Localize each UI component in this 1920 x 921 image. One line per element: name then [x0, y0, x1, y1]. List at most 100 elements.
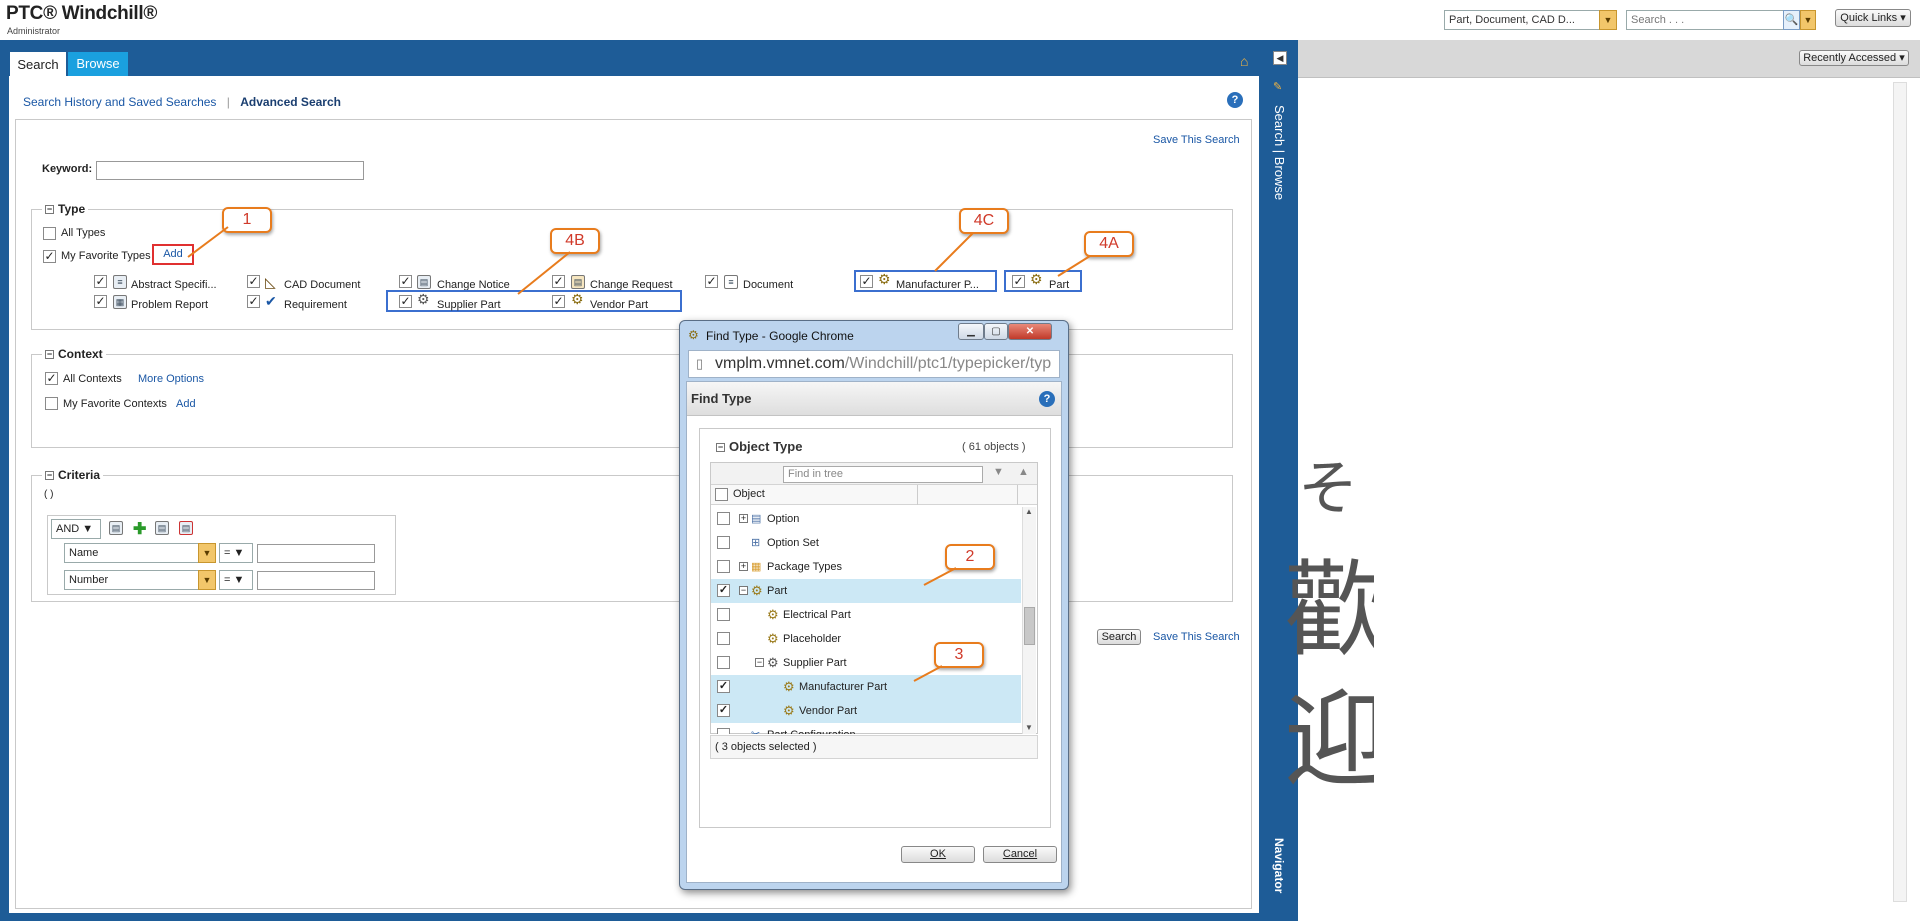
- search-browse-nav-link[interactable]: Search | Browse: [1272, 105, 1287, 200]
- search-type-select[interactable]: Part, Document, CAD D...: [1444, 10, 1600, 30]
- row-checkbox[interactable]: [717, 560, 730, 573]
- collapse-icon[interactable]: −: [739, 586, 748, 595]
- select-all-checkbox[interactable]: [715, 488, 728, 501]
- minimize-icon[interactable]: ▁: [958, 323, 984, 340]
- cancel-button[interactable]: Cancel: [983, 846, 1057, 863]
- type-checkbox-manufacturer-part[interactable]: ✓: [860, 275, 873, 288]
- tree-row[interactable]: ✓ ⚙ Vendor Part: [711, 699, 1021, 723]
- type-checkbox-change-notice[interactable]: ✓: [399, 275, 412, 288]
- help-icon[interactable]: ?: [1227, 92, 1243, 108]
- app-logo[interactable]: PTC® Windchill®: [6, 3, 157, 25]
- scrollbar-thumb[interactable]: [1024, 607, 1035, 645]
- tree-scrollbar[interactable]: ▲ ▼: [1022, 507, 1036, 734]
- help-icon[interactable]: ?: [1039, 391, 1055, 407]
- row-checkbox[interactable]: [717, 632, 730, 645]
- save-search-link-bottom[interactable]: Save This Search: [1153, 631, 1240, 643]
- part-gear-icon: ⚙: [767, 655, 779, 670]
- home-icon[interactable]: ⌂: [1240, 53, 1248, 69]
- chevron-down-icon[interactable]: ▼: [1599, 10, 1617, 30]
- more-options-link[interactable]: More Options: [138, 373, 204, 385]
- scroll-up-icon[interactable]: ▲: [1025, 507, 1033, 516]
- tree-row[interactable]: ✂ Part Configuration: [711, 723, 1021, 734]
- search-icon[interactable]: 🔍: [1783, 10, 1800, 30]
- row-checkbox[interactable]: [717, 656, 730, 669]
- collapse-icon[interactable]: −: [755, 658, 764, 667]
- problem-report-icon: ▦: [113, 295, 127, 309]
- expand-icon[interactable]: +: [739, 514, 748, 523]
- row-checkbox[interactable]: ✓: [717, 704, 730, 717]
- keyword-input[interactable]: [96, 161, 364, 180]
- save-search-link-top[interactable]: Save This Search: [1153, 134, 1240, 146]
- type-checkbox-supplier-part[interactable]: ✓: [399, 295, 412, 308]
- quick-links-button[interactable]: Quick Links ▾: [1835, 9, 1911, 27]
- remove-criteria-icon[interactable]: ▤: [179, 521, 193, 535]
- logic-operator-select[interactable]: AND ▼: [51, 519, 101, 539]
- criteria-operator-select[interactable]: = ▼: [219, 543, 253, 563]
- tree-row[interactable]: ✓ − ⚙ Part: [711, 579, 1021, 603]
- expand-icon[interactable]: +: [739, 562, 748, 571]
- part-gear-icon: ⚙: [878, 271, 891, 287]
- maximize-icon[interactable]: ▢: [984, 323, 1008, 340]
- scroll-down-icon[interactable]: ▼: [1025, 723, 1033, 732]
- tree-row[interactable]: ⚙ Electrical Part: [711, 603, 1021, 627]
- tab-browse[interactable]: Browse: [68, 52, 128, 76]
- find-in-tree-input[interactable]: Find in tree: [783, 466, 983, 483]
- tab-search[interactable]: Search: [10, 52, 66, 78]
- add-favorite-contexts-link[interactable]: Add: [176, 398, 196, 410]
- object-type-title[interactable]: − Object Type: [716, 439, 802, 454]
- search-button[interactable]: Search: [1097, 629, 1141, 645]
- all-types-checkbox[interactable]: [43, 227, 56, 240]
- chevron-down-icon[interactable]: ▼: [1800, 10, 1816, 30]
- criteria-operator-select[interactable]: = ▼: [219, 570, 253, 590]
- criteria-attribute-select[interactable]: Number: [64, 570, 199, 590]
- add-criteria-icon[interactable]: ✚: [133, 519, 146, 539]
- collapse-icon[interactable]: ◀: [1273, 51, 1287, 65]
- criteria-attribute-select[interactable]: Name: [64, 543, 199, 563]
- object-column-header[interactable]: Object: [733, 488, 765, 500]
- right-pane-scrollbar[interactable]: [1893, 82, 1907, 902]
- favorite-contexts-checkbox[interactable]: [45, 397, 58, 410]
- all-contexts-checkbox[interactable]: ✓: [45, 372, 58, 385]
- callout-4b-pointer: [517, 251, 571, 295]
- criteria-section-title[interactable]: − Criteria: [42, 468, 104, 482]
- type-checkbox-cad[interactable]: ✓: [247, 275, 260, 288]
- type-checkbox-document[interactable]: ✓: [705, 275, 718, 288]
- part-gear-icon: ⚙: [751, 583, 763, 598]
- row-checkbox[interactable]: [717, 536, 730, 549]
- row-checkbox[interactable]: ✓: [717, 584, 730, 597]
- context-section-title[interactable]: − Context: [42, 347, 106, 361]
- navigator-label[interactable]: Navigator: [1272, 838, 1286, 893]
- close-icon[interactable]: ✕: [1008, 323, 1052, 340]
- tree-row[interactable]: ✓ ⚙ Manufacturer Part: [711, 675, 1021, 699]
- type-checkbox-requirement[interactable]: ✓: [247, 295, 260, 308]
- advanced-search-link[interactable]: Advanced Search: [240, 95, 341, 109]
- chevron-down-icon[interactable]: ▼: [198, 543, 216, 563]
- favorite-types-label: My Favorite Types: [61, 250, 151, 262]
- criteria-value-input[interactable]: [257, 544, 375, 563]
- global-search-input[interactable]: Search . . .: [1626, 10, 1784, 30]
- callout-1-pointer: [187, 226, 229, 258]
- dialog-url-bar[interactable]: ▯ vmplm.vmnet.com/Windchill/ptc1/typepic…: [688, 350, 1060, 378]
- type-section-title[interactable]: − Type: [42, 202, 89, 216]
- recently-accessed-button[interactable]: Recently Accessed ▾: [1799, 50, 1909, 66]
- ok-button[interactable]: OK: [901, 846, 975, 863]
- add-group-icon[interactable]: ▤: [109, 521, 123, 535]
- tree-row[interactable]: + ▤ Option: [711, 507, 1021, 531]
- keyword-label: Keyword:: [42, 163, 93, 175]
- row-checkbox[interactable]: ✓: [717, 680, 730, 693]
- search-history-link[interactable]: Search History and Saved Searches: [23, 95, 216, 109]
- pin-icon[interactable]: ✎: [1273, 80, 1282, 93]
- chevron-down-icon[interactable]: ▼: [198, 570, 216, 590]
- collapse-up-icon[interactable]: ▲: [1018, 466, 1029, 478]
- row-checkbox[interactable]: [717, 512, 730, 525]
- type-checkbox-abstract[interactable]: ✓: [94, 275, 107, 288]
- row-checkbox[interactable]: [717, 608, 730, 621]
- add-subgroup-icon[interactable]: ▤: [155, 521, 169, 535]
- type-checkbox-problem-report[interactable]: ✓: [94, 295, 107, 308]
- type-checkbox-part[interactable]: ✓: [1012, 275, 1025, 288]
- favorite-types-checkbox[interactable]: ✓: [43, 250, 56, 263]
- dialog-window-title: Find Type - Google Chrome: [706, 329, 854, 343]
- criteria-value-input[interactable]: [257, 571, 375, 590]
- row-checkbox[interactable]: [717, 728, 730, 734]
- filter-icon[interactable]: ▼: [993, 466, 1004, 478]
